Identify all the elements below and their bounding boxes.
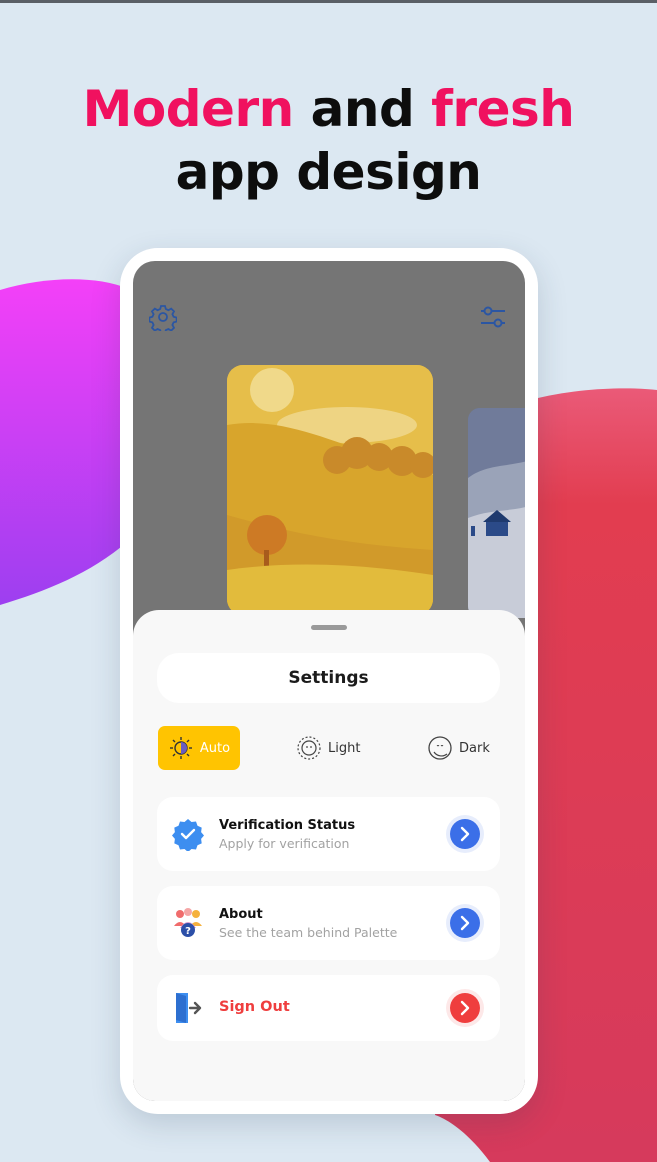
about-title: About	[219, 907, 263, 922]
chevron-right-icon	[450, 993, 480, 1023]
headline-line-1: Modern and fresh	[0, 78, 657, 141]
wallpaper-card-next[interactable]	[468, 408, 525, 618]
chevron-right-icon	[450, 819, 480, 849]
phone-screen: Settings Auto Light Dark Verification St…	[133, 261, 525, 1101]
sign-out-title: Sign Out	[219, 999, 290, 1015]
sun-icon	[297, 736, 321, 760]
sliders-icon[interactable]	[479, 305, 507, 329]
menu-item-about[interactable]: ? About See the team behind Palette	[157, 886, 500, 960]
top-edge-bar	[0, 0, 657, 3]
verification-title: Verification Status	[219, 818, 356, 833]
drag-handle[interactable]	[311, 625, 347, 630]
settings-title: Settings	[157, 653, 500, 703]
settings-sheet: Settings Auto Light Dark Verification St…	[133, 610, 525, 1101]
svg-text:?: ?	[185, 926, 191, 937]
phone-mockup: Settings Auto Light Dark Verification St…	[120, 248, 538, 1114]
menu-item-sign-out[interactable]: Sign Out	[157, 975, 500, 1041]
theme-auto-button[interactable]: Auto	[158, 726, 240, 770]
sign-out-arrow-button[interactable]	[450, 993, 480, 1023]
auto-theme-icon	[169, 737, 192, 759]
theme-auto-label: Auto	[199, 740, 231, 756]
wallpaper-winter-image	[468, 408, 525, 618]
wallpaper-landscape-image	[227, 365, 433, 615]
verification-subtitle: Apply for verification	[219, 836, 350, 851]
theme-dark-label: Dark	[459, 740, 490, 756]
wallpaper-card-main[interactable]	[227, 365, 433, 615]
headline-word-modern: Modern	[82, 80, 295, 138]
about-arrow-button[interactable]	[450, 908, 480, 938]
theme-light-label: Light	[328, 740, 361, 756]
moon-icon	[428, 736, 452, 760]
about-subtitle: See the team behind Palette	[219, 925, 398, 940]
verified-badge-icon	[172, 819, 204, 851]
menu-item-verification[interactable]: Verification Status Apply for verificati…	[157, 797, 500, 871]
gear-icon[interactable]	[149, 303, 177, 331]
verification-arrow-button[interactable]	[450, 819, 480, 849]
theme-dark-button[interactable]: Dark	[427, 726, 490, 770]
sign-out-icon	[176, 993, 202, 1023]
theme-light-button[interactable]: Light	[296, 726, 360, 770]
headline-line-2: app design	[175, 143, 482, 201]
headline: Modern and fresh app design	[0, 78, 657, 204]
headline-word-and: and	[293, 80, 432, 138]
headline-word-fresh: fresh	[431, 80, 575, 138]
chevron-right-icon	[450, 908, 480, 938]
team-icon: ?	[174, 908, 202, 937]
